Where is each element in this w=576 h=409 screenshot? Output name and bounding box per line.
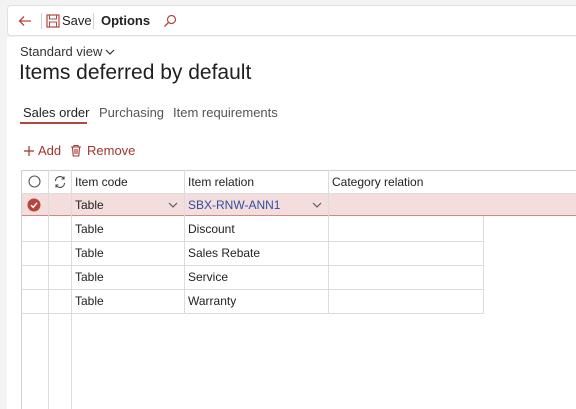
search-button[interactable] <box>163 6 177 35</box>
circle-icon <box>28 175 41 188</box>
column-header-item-code[interactable]: Item code <box>75 170 128 193</box>
item-relation-cell[interactable]: Service <box>188 265 228 289</box>
item-code-cell[interactable]: Table <box>75 217 104 241</box>
remove-button[interactable]: Remove <box>70 143 135 158</box>
items-grid: Item code Item relation Category relatio… <box>21 170 576 409</box>
chevron-down-icon <box>105 49 115 55</box>
action-pane: Save Options <box>7 5 576 36</box>
item-relation-dropdown[interactable] <box>312 193 322 217</box>
select-all-checkbox[interactable] <box>28 170 41 193</box>
refresh-icon <box>54 175 66 188</box>
tab-sales-order[interactable]: Sales order <box>23 105 89 120</box>
options-label: Options <box>101 13 151 28</box>
remove-label: Remove <box>87 143 136 158</box>
back-arrow-icon <box>18 15 31 26</box>
save-button[interactable]: Save <box>46 6 92 35</box>
item-relation-cell[interactable]: Sales Rebate <box>188 241 260 265</box>
item-code-cell[interactable]: Table <box>75 241 104 265</box>
item-code-cell[interactable]: Table <box>75 289 104 313</box>
save-label: Save <box>62 13 92 28</box>
main-content: Standard view Items deferred by default … <box>7 37 576 409</box>
chevron-down-icon <box>168 202 178 208</box>
save-icon <box>46 13 60 28</box>
tab-purchasing[interactable]: Purchasing <box>99 105 164 120</box>
item-relation-cell[interactable]: Warranty <box>188 289 236 313</box>
add-label: Add <box>38 143 62 158</box>
column-header-item-relation[interactable]: Item relation <box>188 170 254 193</box>
view-selector[interactable]: Standard view <box>20 44 115 59</box>
checkmark-circle-icon <box>27 198 41 212</box>
refresh-button[interactable] <box>53 170 67 193</box>
item-code-dropdown[interactable] <box>168 193 178 217</box>
plus-icon <box>24 145 34 156</box>
item-relation-cell[interactable]: Discount <box>188 217 235 241</box>
options-button[interactable]: Options <box>101 6 150 35</box>
row-divider <box>21 313 484 314</box>
back-button[interactable] <box>17 6 33 35</box>
chevron-down-icon <box>312 202 322 208</box>
item-relation-cell[interactable]: SBX-RNW-ANN1 <box>188 193 280 217</box>
toolbar-separator <box>93 13 94 29</box>
item-code-cell[interactable]: Table <box>75 193 104 217</box>
tab-item-requirements[interactable]: Item requirements <box>173 105 278 120</box>
add-button[interactable]: Add <box>23 143 61 158</box>
toolbar-separator <box>41 13 42 29</box>
page-title: Items deferred by default <box>19 61 252 84</box>
item-code-cell[interactable]: Table <box>75 265 104 289</box>
column-header-category-relation[interactable]: Category relation <box>332 170 423 193</box>
view-label: Standard view <box>20 44 103 59</box>
row-selected-checkmark[interactable] <box>27 193 41 217</box>
active-tab-indicator <box>20 122 87 124</box>
selected-row-highlight <box>22 193 576 216</box>
trash-icon <box>71 144 81 157</box>
search-icon <box>164 14 177 27</box>
row-divider <box>21 193 576 194</box>
